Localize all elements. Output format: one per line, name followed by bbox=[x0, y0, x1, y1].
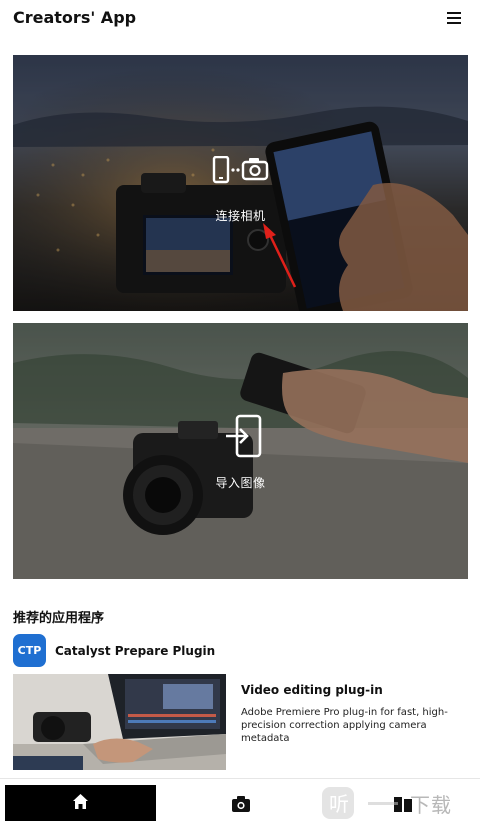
home-icon bbox=[73, 794, 88, 809]
catalyst-logo: CTP bbox=[13, 634, 46, 667]
plugin-card-title: Video editing plug-in bbox=[241, 683, 383, 697]
import-images-label: 导入图像 bbox=[215, 476, 266, 490]
app-header: Creators' App bbox=[0, 0, 480, 36]
plugin-name: Catalyst Prepare Plugin bbox=[55, 644, 216, 658]
plugin-thumbnail bbox=[13, 674, 226, 770]
watermark-logo: 听 bbox=[322, 787, 398, 819]
nav-camera-tab[interactable] bbox=[226, 793, 256, 815]
svg-text:听: 听 bbox=[329, 792, 349, 816]
connect-camera-label: 连接相机 bbox=[215, 209, 266, 223]
import-images-card[interactable]: 导入图像 bbox=[13, 323, 468, 579]
plugin-card-description: Adobe Premiere Pro plug-in for fast, hig… bbox=[241, 707, 448, 744]
nav-home-tab[interactable] bbox=[5, 785, 156, 821]
import-to-phone-icon bbox=[226, 414, 262, 458]
camera-icon bbox=[232, 796, 250, 812]
phone-link-camera-icon bbox=[212, 156, 269, 184]
video-editing-plugin-card[interactable]: Video editing plug-in Adobe Premiere Pro… bbox=[13, 674, 468, 772]
connect-camera-card[interactable]: 连接相机 bbox=[13, 55, 468, 311]
recommended-apps-title: 推荐的应用程序 bbox=[13, 611, 105, 626]
app-title: Creators' App bbox=[13, 8, 137, 27]
catalyst-plugin-row[interactable]: CTP Catalyst Prepare Plugin bbox=[13, 634, 468, 668]
watermark-text: 下载 bbox=[410, 793, 452, 817]
hamburger-menu-icon[interactable] bbox=[444, 10, 466, 26]
